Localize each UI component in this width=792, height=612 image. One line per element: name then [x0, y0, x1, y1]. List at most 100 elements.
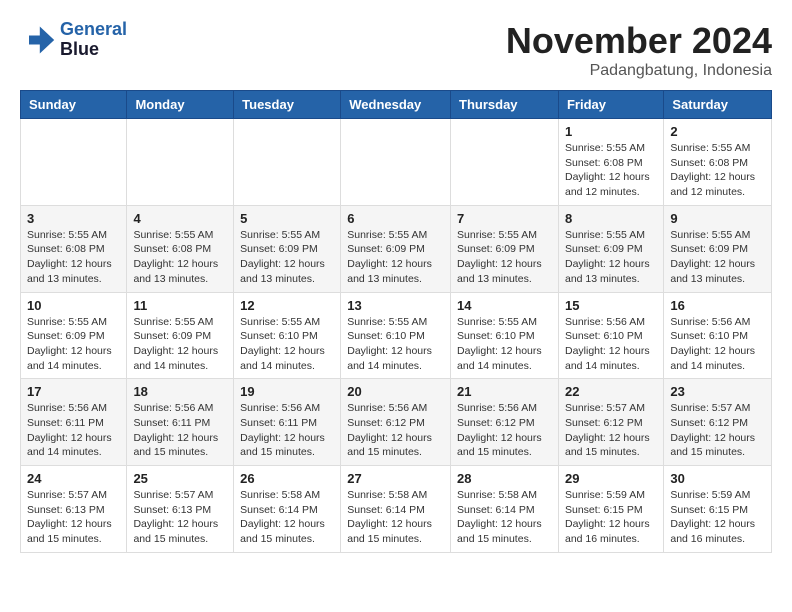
- day-info: Sunrise: 5:55 AM Sunset: 6:09 PM Dayligh…: [240, 228, 334, 287]
- calendar-cell: 27 Sunrise: 5:58 AM Sunset: 6:14 PM Dayli…: [341, 466, 451, 553]
- day-number: 20: [347, 384, 444, 399]
- day-info: Sunrise: 5:55 AM Sunset: 6:09 PM Dayligh…: [133, 315, 227, 374]
- day-info: Sunrise: 5:57 AM Sunset: 6:13 PM Dayligh…: [27, 488, 120, 547]
- day-info: Sunrise: 5:57 AM Sunset: 6:12 PM Dayligh…: [565, 401, 657, 460]
- day-info: Sunrise: 5:58 AM Sunset: 6:14 PM Dayligh…: [457, 488, 552, 547]
- day-info: Sunrise: 5:56 AM Sunset: 6:12 PM Dayligh…: [347, 401, 444, 460]
- day-number: 13: [347, 298, 444, 313]
- week-row-5: 24Sunrise: 5:57 AM Sunset: 6:13 PM Dayli…: [21, 466, 772, 553]
- logo: General Blue: [20, 20, 127, 60]
- calendar-cell: 12 Sunrise: 5:55 AM Sunset: 6:10 PM Dayli…: [234, 292, 341, 379]
- calendar-cell: 16Sunrise: 5:56 AM Sunset: 6:10 PM Dayli…: [664, 292, 772, 379]
- page-title: November 2024: [506, 20, 772, 62]
- calendar-cell: 21 Sunrise: 5:56 AM Sunset: 6:12 PM Dayli…: [451, 379, 559, 466]
- day-number: 18: [133, 384, 227, 399]
- calendar-cell: 28 Sunrise: 5:58 AM Sunset: 6:14 PM Dayli…: [451, 466, 559, 553]
- day-number: 22: [565, 384, 657, 399]
- calendar-cell: 8Sunrise: 5:55 AM Sunset: 6:09 PM Daylig…: [558, 205, 663, 292]
- day-info: Sunrise: 5:55 AM Sunset: 6:10 PM Dayligh…: [347, 315, 444, 374]
- day-info: Sunrise: 5:55 AM Sunset: 6:08 PM Dayligh…: [133, 228, 227, 287]
- weekday-wednesday: Wednesday: [341, 91, 451, 119]
- day-info: Sunrise: 5:56 AM Sunset: 6:11 PM Dayligh…: [27, 401, 120, 460]
- calendar-cell: [451, 119, 559, 206]
- day-info: Sunrise: 5:55 AM Sunset: 6:10 PM Dayligh…: [240, 315, 334, 374]
- calendar-body: 1 Sunrise: 5:55 AM Sunset: 6:08 PM Daylig…: [21, 119, 772, 553]
- week-row-3: 10 Sunrise: 5:55 AM Sunset: 6:09 PM Dayli…: [21, 292, 772, 379]
- calendar-cell: 29 Sunrise: 5:59 AM Sunset: 6:15 PM Dayli…: [558, 466, 663, 553]
- week-row-1: 1 Sunrise: 5:55 AM Sunset: 6:08 PM Daylig…: [21, 119, 772, 206]
- weekday-friday: Friday: [558, 91, 663, 119]
- day-number: 15: [565, 298, 657, 313]
- logo-text-line2: Blue: [60, 40, 127, 60]
- day-info: Sunrise: 5:59 AM Sunset: 6:15 PM Dayligh…: [565, 488, 657, 547]
- page-header: General Blue November 2024 Padangbatung,…: [20, 20, 772, 80]
- calendar-cell: 1 Sunrise: 5:55 AM Sunset: 6:08 PM Daylig…: [558, 119, 663, 206]
- day-number: 10: [27, 298, 120, 313]
- day-number: 11: [133, 298, 227, 313]
- calendar-cell: [234, 119, 341, 206]
- day-number: 7: [457, 211, 552, 226]
- day-number: 17: [27, 384, 120, 399]
- day-info: Sunrise: 5:57 AM Sunset: 6:13 PM Dayligh…: [133, 488, 227, 547]
- logo-icon: [20, 22, 56, 58]
- calendar-cell: 7 Sunrise: 5:55 AM Sunset: 6:09 PM Daylig…: [451, 205, 559, 292]
- calendar-cell: [21, 119, 127, 206]
- calendar-cell: 10 Sunrise: 5:55 AM Sunset: 6:09 PM Dayli…: [21, 292, 127, 379]
- logo-text-line1: General: [60, 20, 127, 40]
- day-info: Sunrise: 5:55 AM Sunset: 6:10 PM Dayligh…: [457, 315, 552, 374]
- day-number: 14: [457, 298, 552, 313]
- day-number: 30: [670, 471, 765, 486]
- day-info: Sunrise: 5:56 AM Sunset: 6:11 PM Dayligh…: [133, 401, 227, 460]
- day-number: 5: [240, 211, 334, 226]
- calendar-cell: 26 Sunrise: 5:58 AM Sunset: 6:14 PM Dayli…: [234, 466, 341, 553]
- calendar-cell: 24Sunrise: 5:57 AM Sunset: 6:13 PM Dayli…: [21, 466, 127, 553]
- day-number: 25: [133, 471, 227, 486]
- day-number: 1: [565, 124, 657, 139]
- calendar-cell: 9 Sunrise: 5:55 AM Sunset: 6:09 PM Daylig…: [664, 205, 772, 292]
- day-number: 29: [565, 471, 657, 486]
- calendar-table: SundayMondayTuesdayWednesdayThursdayFrid…: [20, 90, 772, 553]
- weekday-sunday: Sunday: [21, 91, 127, 119]
- week-row-4: 17 Sunrise: 5:56 AM Sunset: 6:11 PM Dayli…: [21, 379, 772, 466]
- week-row-2: 3 Sunrise: 5:55 AM Sunset: 6:08 PM Daylig…: [21, 205, 772, 292]
- calendar-cell: 19Sunrise: 5:56 AM Sunset: 6:11 PM Dayli…: [234, 379, 341, 466]
- day-info: Sunrise: 5:55 AM Sunset: 6:08 PM Dayligh…: [670, 141, 765, 200]
- day-number: 21: [457, 384, 552, 399]
- calendar-cell: 6 Sunrise: 5:55 AM Sunset: 6:09 PM Daylig…: [341, 205, 451, 292]
- day-number: 27: [347, 471, 444, 486]
- calendar-cell: 2 Sunrise: 5:55 AM Sunset: 6:08 PM Daylig…: [664, 119, 772, 206]
- day-number: 3: [27, 211, 120, 226]
- day-info: Sunrise: 5:55 AM Sunset: 6:08 PM Dayligh…: [565, 141, 657, 200]
- calendar-cell: 18 Sunrise: 5:56 AM Sunset: 6:11 PM Dayli…: [127, 379, 234, 466]
- day-info: Sunrise: 5:55 AM Sunset: 6:09 PM Dayligh…: [347, 228, 444, 287]
- day-info: Sunrise: 5:56 AM Sunset: 6:12 PM Dayligh…: [457, 401, 552, 460]
- calendar-cell: [127, 119, 234, 206]
- calendar-cell: 4 Sunrise: 5:55 AM Sunset: 6:08 PM Daylig…: [127, 205, 234, 292]
- calendar-cell: 17 Sunrise: 5:56 AM Sunset: 6:11 PM Dayli…: [21, 379, 127, 466]
- day-number: 9: [670, 211, 765, 226]
- day-number: 12: [240, 298, 334, 313]
- day-info: Sunrise: 5:59 AM Sunset: 6:15 PM Dayligh…: [670, 488, 765, 547]
- day-info: Sunrise: 5:55 AM Sunset: 6:09 PM Dayligh…: [457, 228, 552, 287]
- weekday-tuesday: Tuesday: [234, 91, 341, 119]
- day-info: Sunrise: 5:55 AM Sunset: 6:09 PM Dayligh…: [670, 228, 765, 287]
- day-number: 28: [457, 471, 552, 486]
- day-info: Sunrise: 5:58 AM Sunset: 6:14 PM Dayligh…: [347, 488, 444, 547]
- day-info: Sunrise: 5:55 AM Sunset: 6:09 PM Dayligh…: [27, 315, 120, 374]
- day-info: Sunrise: 5:57 AM Sunset: 6:12 PM Dayligh…: [670, 401, 765, 460]
- calendar-cell: 14 Sunrise: 5:55 AM Sunset: 6:10 PM Dayli…: [451, 292, 559, 379]
- day-number: 26: [240, 471, 334, 486]
- day-info: Sunrise: 5:58 AM Sunset: 6:14 PM Dayligh…: [240, 488, 334, 547]
- weekday-monday: Monday: [127, 91, 234, 119]
- day-info: Sunrise: 5:55 AM Sunset: 6:08 PM Dayligh…: [27, 228, 120, 287]
- day-number: 4: [133, 211, 227, 226]
- day-number: 6: [347, 211, 444, 226]
- day-number: 8: [565, 211, 657, 226]
- calendar-cell: 5 Sunrise: 5:55 AM Sunset: 6:09 PM Daylig…: [234, 205, 341, 292]
- calendar-cell: [341, 119, 451, 206]
- calendar-cell: 20 Sunrise: 5:56 AM Sunset: 6:12 PM Dayli…: [341, 379, 451, 466]
- weekday-saturday: Saturday: [664, 91, 772, 119]
- calendar-cell: 13 Sunrise: 5:55 AM Sunset: 6:10 PM Dayli…: [341, 292, 451, 379]
- day-number: 2: [670, 124, 765, 139]
- day-info: Sunrise: 5:56 AM Sunset: 6:10 PM Dayligh…: [670, 315, 765, 374]
